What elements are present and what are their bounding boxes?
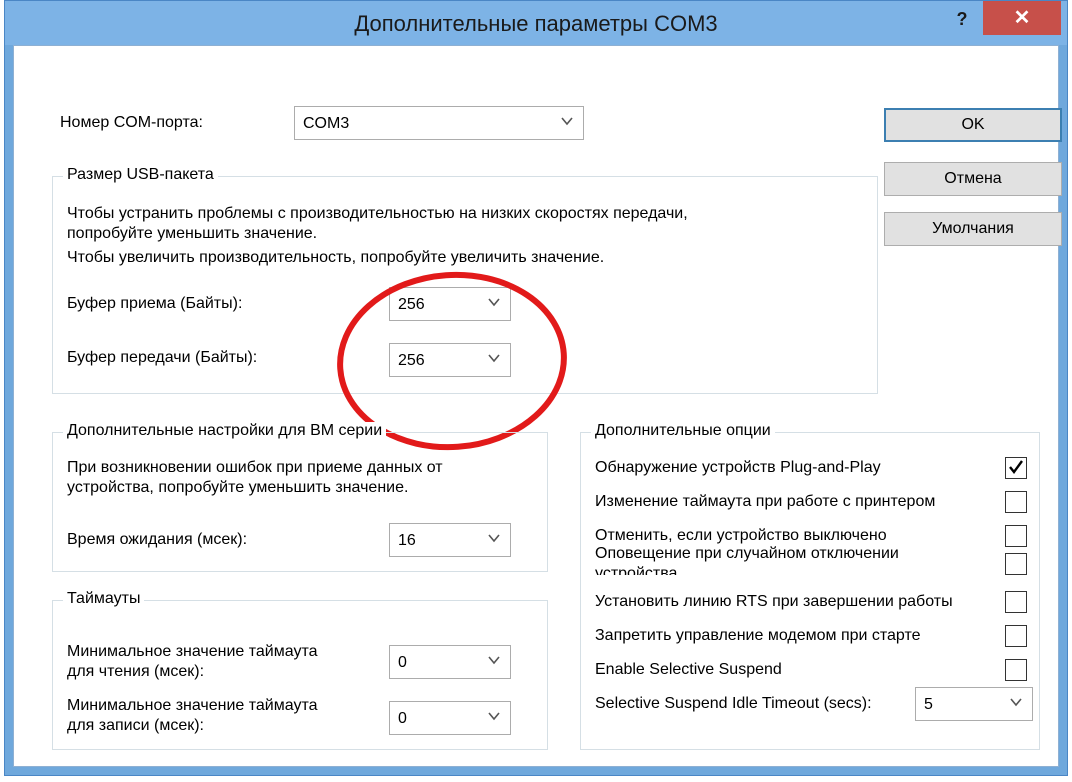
chevron-down-icon xyxy=(488,656,500,665)
window-title: Дополнительные параметры COM3 xyxy=(354,11,718,36)
idle-timeout-label: Selective Suspend Idle Timeout (secs): xyxy=(595,695,872,712)
option-checkbox-modem[interactable] xyxy=(1005,625,1027,647)
usb-desc-line-1: Чтобы устранить проблемы с производитель… xyxy=(67,205,688,222)
chevron-down-icon xyxy=(488,712,500,721)
option-label-pnp: Обнаружение устройств Plug-and-Play xyxy=(595,459,881,476)
write-timeout-label-1: Минимальное значение таймаута xyxy=(67,697,318,714)
latency-label: Время ожидания (мсек): xyxy=(67,531,248,548)
idle-timeout-value: 5 xyxy=(924,696,933,713)
option-checkbox-rts[interactable] xyxy=(1005,591,1027,613)
latency-value: 16 xyxy=(398,532,416,549)
option-label-selective-suspend: Enable Selective Suspend xyxy=(595,661,782,678)
close-icon: ✕ xyxy=(1013,7,1031,29)
read-timeout-label-1: Минимальное значение таймаута xyxy=(67,643,318,660)
tx-buffer-label: Буфер передачи (Байты): xyxy=(67,349,258,366)
bm-desc-line-1: При возникновении ошибок при приеме данн… xyxy=(67,459,443,476)
option-checkbox-cancel-off[interactable] xyxy=(1005,525,1027,547)
read-timeout-value: 0 xyxy=(398,654,407,671)
write-timeout-select[interactable]: 0 xyxy=(389,701,511,735)
idle-timeout-select[interactable]: 5 xyxy=(915,687,1033,721)
option-label-printer-timeout: Изменение таймаута при работе с принтеро… xyxy=(595,493,936,510)
com-port-value: COM3 xyxy=(303,115,350,132)
option-label-rts: Установить линию RTS при завершении рабо… xyxy=(595,593,953,610)
com-port-select[interactable]: COM3 xyxy=(294,106,584,140)
usb-packet-group-title: Размер USB-пакета xyxy=(63,166,218,184)
options-group-title: Дополнительные опции xyxy=(591,422,775,440)
defaults-button[interactable]: Умолчания xyxy=(884,212,1062,246)
usb-desc-line-3: Чтобы увеличить производительность, попр… xyxy=(67,249,605,266)
dialog-window: Дополнительные параметры COM3 ? ✕ Номер … xyxy=(4,0,1068,776)
read-timeout-select[interactable]: 0 xyxy=(389,645,511,679)
option-label-surprise-removal: Оповещение при случайном отключении xyxy=(595,545,899,562)
option-surprise-removal-clip: Оповещение при случайном отключении устр… xyxy=(595,543,995,575)
option-checkbox-selective-suspend[interactable] xyxy=(1005,659,1027,681)
options-group: Дополнительные опции Обнаружение устройс… xyxy=(580,422,1040,750)
close-button[interactable]: ✕ xyxy=(983,1,1061,35)
bm-settings-group: Дополнительные настройки для BM серии Пр… xyxy=(52,422,548,572)
bm-settings-group-title: Дополнительные настройки для BM серии xyxy=(63,422,387,440)
help-button[interactable]: ? xyxy=(947,5,977,33)
timeouts-group: Таймауты Минимальное значение таймаута д… xyxy=(52,590,548,750)
option-label-modem: Запретить управление модемом при старте xyxy=(595,627,921,644)
com-port-label: Номер COM-порта: xyxy=(60,114,203,131)
option-checkbox-pnp[interactable] xyxy=(1005,457,1027,479)
read-timeout-label-2: для чтения (мсек): xyxy=(67,663,205,680)
latency-select[interactable]: 16 xyxy=(389,523,511,557)
cancel-button[interactable]: Отмена xyxy=(884,162,1062,196)
option-checkbox-surprise-removal[interactable] xyxy=(1005,553,1027,575)
write-timeout-label-2: для записи (мсек): xyxy=(67,717,204,734)
option-label-surprise-removal-2: устройства xyxy=(595,565,678,575)
usb-desc-line-2: попробуйте уменьшить значение. xyxy=(67,225,318,242)
timeouts-group-title: Таймауты xyxy=(63,590,145,608)
option-checkbox-printer-timeout[interactable] xyxy=(1005,491,1027,513)
bm-desc-line-2: устройства, попробуйте уменьшить значени… xyxy=(67,479,409,496)
chevron-down-icon xyxy=(1010,698,1022,707)
ok-button[interactable]: OK xyxy=(884,108,1062,142)
chevron-down-icon xyxy=(488,534,500,543)
title-bar: Дополнительные параметры COM3 ? ✕ xyxy=(5,1,1067,45)
write-timeout-value: 0 xyxy=(398,710,407,727)
checkmark-icon xyxy=(1009,460,1023,474)
dialog-client-area: Номер COM-порта: COM3 OK Отмена Умолчани… xyxy=(13,45,1062,767)
chevron-down-icon xyxy=(561,117,573,126)
rx-buffer-label: Буфер приема (Байты): xyxy=(67,295,243,312)
